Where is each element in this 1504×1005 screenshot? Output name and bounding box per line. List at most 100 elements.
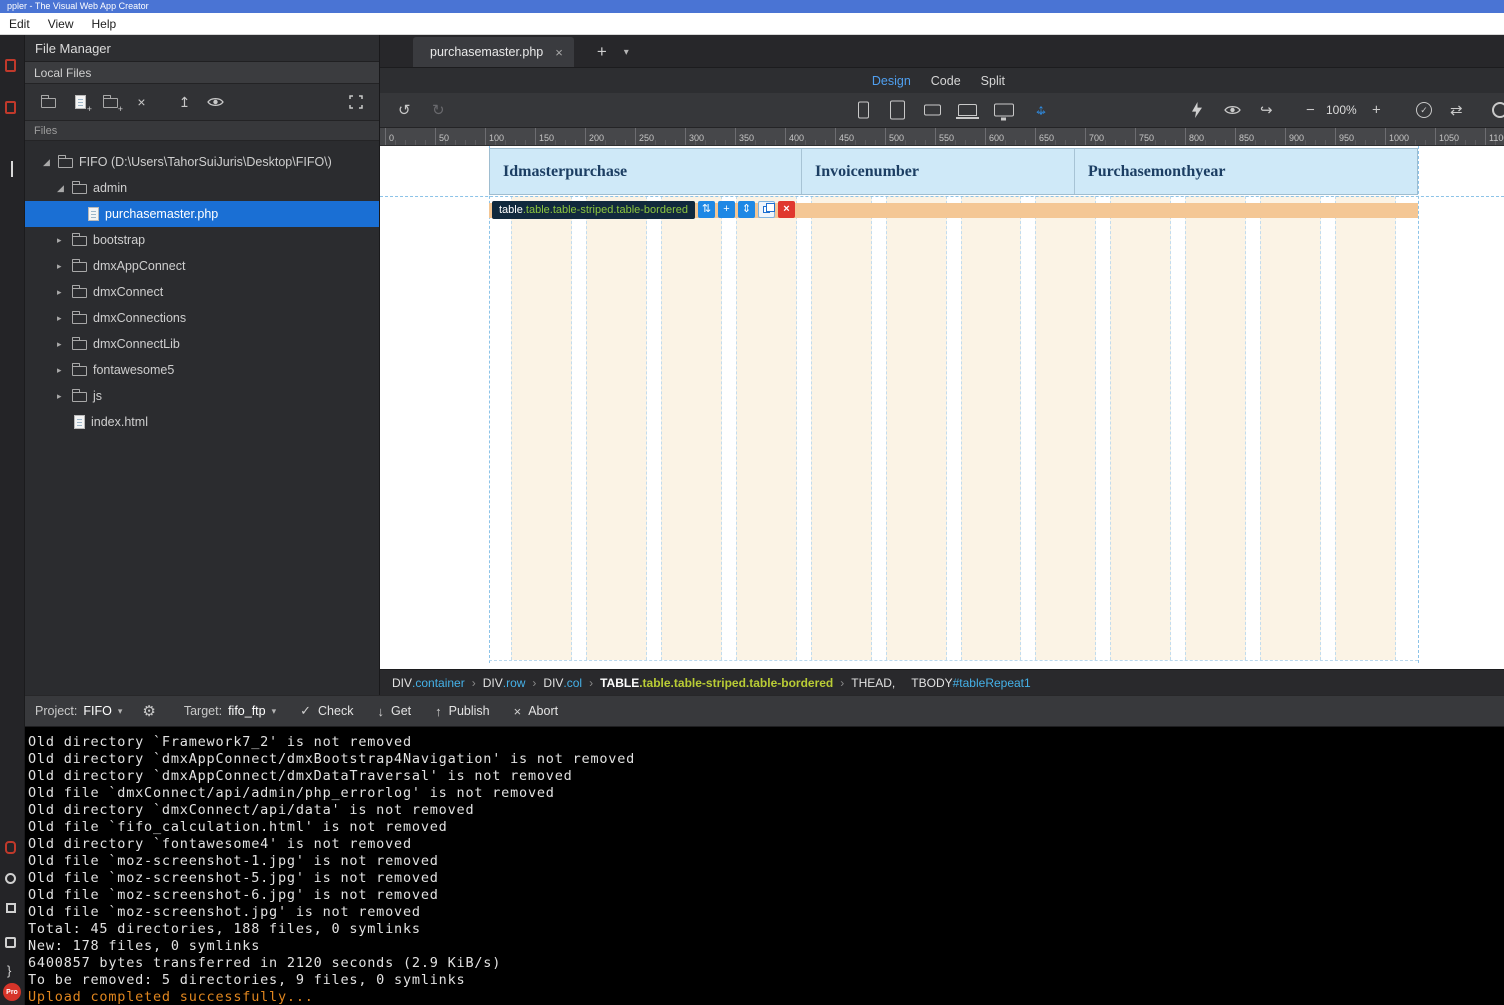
folder-icon [72,340,87,350]
collapsed-arrow-icon[interactable]: ▸ [57,235,72,246]
view-mode-code[interactable]: Code [921,74,971,88]
new-tab-button[interactable]: + [589,37,615,67]
console-line: Old directory `fontawesome4' is not remo… [28,836,1504,853]
delete-file-button[interactable]: × [126,89,157,116]
phone-portrait-icon[interactable] [858,102,869,119]
table-header-row[interactable]: IdmasterpurchaseInvoicenumberPurchasemon… [489,148,1418,195]
abort-icon: × [514,704,522,719]
chevron-right-icon: › [840,676,844,690]
move-button[interactable]: ⇅ [698,201,715,218]
tree-item-admin[interactable]: ◢admin [25,175,379,201]
tree-item-dmxconnect[interactable]: ▸dmxConnect [25,279,379,305]
project-selector[interactable]: Project: FIFO ▾ [35,704,122,718]
local-files-header[interactable]: Local Files [25,62,379,84]
expanded-arrow-icon[interactable]: ◢ [43,157,58,168]
tablet-icon[interactable] [890,101,905,120]
preview-eye-icon[interactable] [200,89,231,116]
tree-item-purchasemaster-php[interactable]: purchasemaster.php [25,201,379,227]
upload-file-button[interactable]: ↥ [169,89,200,116]
menu-item-help[interactable]: Help [82,13,125,35]
get-button[interactable]: ↓Get [377,704,411,719]
collapsed-arrow-icon[interactable]: ▸ [57,313,72,324]
breadcrumb-div[interactable]: DIV.col [543,676,582,690]
dock-icon-fragment[interactable] [5,841,16,854]
tree-item-dmxconnections[interactable]: ▸dmxConnections [25,305,379,331]
console-line: 6400857 bytes transferred in 2120 second… [28,955,1504,972]
caret-down-icon: ▾ [118,706,123,717]
table-header-cell-purchasemonthyear[interactable]: Purchasemonthyear [1075,149,1417,194]
breadcrumb-tbody[interactable]: TBODY#tableRepeat1 [911,676,1030,690]
tree-item-label: fontawesome5 [93,363,174,377]
validate-icon[interactable]: ✓ [1416,102,1432,118]
fullscreen-icon[interactable] [340,89,371,116]
desktop-icon[interactable] [994,104,1014,117]
abort-button[interactable]: ×Abort [514,704,558,719]
target-selector[interactable]: Target: fifo_ftp ▾ [184,704,276,718]
tree-item-index-html[interactable]: index.html [25,409,379,435]
tree-item-bootstrap[interactable]: ▸bootstrap [25,227,379,253]
expanded-arrow-icon[interactable]: ◢ [57,183,72,194]
tree-item-dmxconnectlib[interactable]: ▸ dmxConnectLib [25,331,379,357]
zoom-out-icon[interactable]: − [1306,102,1315,119]
zoom-level[interactable]: 100% [1326,103,1357,117]
settings-gear-icon[interactable]: ⚙ [142,702,155,720]
open-folder-icon [58,158,73,168]
tree-item-fontawesome5[interactable]: ▸ fontawesome5 [25,357,379,383]
redo-icon[interactable]: ↻ [432,101,445,119]
tab-purchasemaster-php[interactable]: purchasemaster.php × [413,37,574,67]
tab-list-caret-icon[interactable]: ▾ [615,37,638,67]
dock-icon-fragment[interactable]: } [7,963,11,978]
delete-button[interactable]: × [778,201,795,218]
tree-item-dmxappconnect[interactable]: ▸dmxAppConnect [25,253,379,279]
file-manager-toolbar: + + × ↥ [25,84,379,121]
menu-item-edit[interactable]: Edit [0,13,39,35]
collapsed-arrow-icon[interactable]: ▸ [57,261,72,272]
view-mode-design[interactable]: Design [862,74,921,88]
stretch-button[interactable]: ⇕ [738,201,755,218]
menu-item-view[interactable]: View [39,13,83,35]
breadcrumb-table[interactable]: TABLE.table.table-striped.table-bordered [600,676,833,690]
breadcrumb-thead[interactable]: THEAD, [851,676,895,690]
breadcrumb-div[interactable]: DIV.row [483,676,526,690]
check-icon: ✓ [300,703,311,719]
sync-icon[interactable]: ⇄ [1450,101,1463,119]
dock-icon-fragment[interactable] [6,903,16,913]
grid-column [961,196,1022,660]
duplicate-button[interactable] [758,201,775,218]
check-button[interactable]: ✓Check [300,703,353,719]
collapsed-arrow-icon[interactable]: ▸ [57,287,72,298]
dock-icon-fragment[interactable] [5,873,16,884]
design-canvas[interactable]: IdmasterpurchaseInvoicenumberPurchasemon… [380,146,1504,669]
zoom-in-icon[interactable]: + [1372,102,1381,119]
open-in-browser-icon[interactable]: ↪ [1260,101,1273,119]
tree-item-js[interactable]: ▸js [25,383,379,409]
laptop-icon[interactable] [958,104,977,116]
tab-close-icon[interactable]: × [555,45,563,60]
view-mode-split[interactable]: Split [971,74,1015,88]
new-folder-button[interactable]: + [95,89,126,116]
tree-item-fifo-d-users-tahorsuijuris-desktop-fifo[interactable]: ◢FIFO (D:\Users\TahorSuiJuris\Desktop\FI… [25,149,379,175]
publish-button[interactable]: ↑Publish [435,704,490,719]
new-file-button[interactable]: + [64,89,95,116]
insert-button[interactable]: + [718,201,735,218]
dock-icon-fragment[interactable] [5,59,16,72]
collapsed-arrow-icon[interactable]: ▸ [57,339,72,350]
phone-landscape-icon[interactable] [924,105,941,116]
element-badge[interactable]: table.table.table-striped.table-bordered [492,201,695,219]
collapsed-arrow-icon[interactable]: ▸ [57,365,72,376]
collapsed-arrow-icon[interactable]: ▸ [57,391,72,402]
ruler-tick: 250 [635,128,654,145]
dock-icon-fragment[interactable] [5,101,16,114]
table-header-cell-invoicenumber[interactable]: Invoicenumber [802,149,1075,194]
dock-icon-fragment[interactable] [5,937,16,948]
preview-eye-icon[interactable] [1224,104,1241,116]
app-connect-lightning-icon[interactable] [1192,102,1202,118]
breadcrumb-div[interactable]: DIV.container [392,676,465,690]
open-folder-button[interactable] [33,89,64,116]
undo-icon[interactable]: ↺ [398,101,411,119]
move-tool-icon[interactable]: ↔ ↕ [1032,101,1050,119]
tree-item-label: dmxConnectLib [93,337,180,351]
element-tag: table [499,204,523,216]
folder-icon [41,98,56,108]
table-header-cell-idmasterpurchase[interactable]: Idmasterpurchase [490,149,802,194]
